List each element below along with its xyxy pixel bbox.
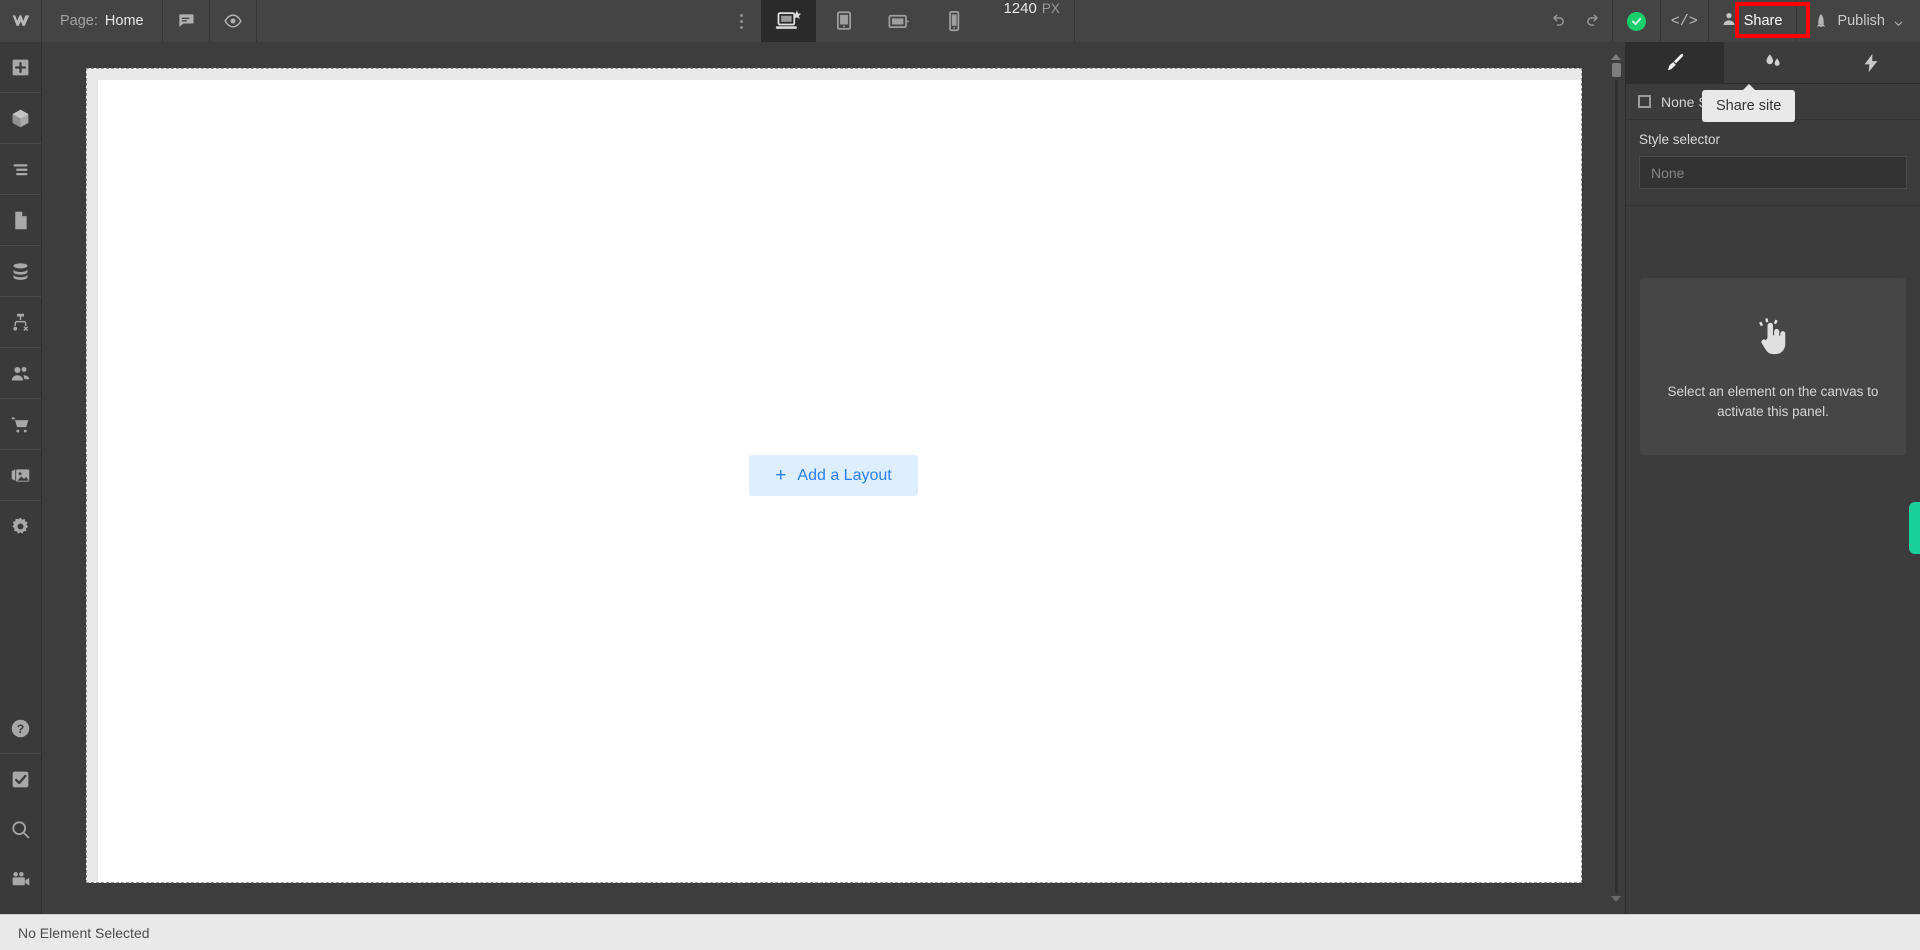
svg-text:?: ?: [17, 721, 24, 735]
page-canvas[interactable]: + Add a Layout: [85, 68, 1582, 883]
tab-effects[interactable]: [1822, 42, 1920, 83]
sidebar-item-components[interactable]: [0, 93, 41, 143]
sidebar-bottom-group: ?: [0, 703, 41, 914]
chevron-down-icon: [1893, 16, 1904, 27]
style-selector-value: None: [1651, 164, 1685, 181]
add-layout-button[interactable]: + Add a Layout: [749, 455, 918, 496]
style-selector-section: Style selector None: [1626, 120, 1920, 206]
viewport-width-value: 1240: [1003, 0, 1037, 17]
selection-label: None Selected: [1661, 93, 1753, 110]
sidebar-item-assets[interactable]: [0, 450, 41, 500]
feedback-tab[interactable]: [1909, 502, 1920, 554]
toolbar-left-spacer: [257, 0, 722, 42]
sidebar-item-cms[interactable]: [0, 246, 41, 296]
top-toolbar: Page: Home 1240 PX </> Share Publish: [0, 0, 1920, 42]
webflow-logo-icon[interactable]: [0, 0, 42, 42]
toolbar-right-group: </> Share Publish: [1540, 0, 1920, 42]
tab-interactions[interactable]: [1724, 42, 1822, 83]
status-text: No Element Selected: [18, 924, 150, 941]
sidebar-item-ecommerce[interactable]: [0, 399, 41, 449]
sidebar-item-search[interactable]: [0, 804, 41, 854]
plus-icon: +: [775, 465, 787, 486]
scroll-down-arrow-icon[interactable]: [1611, 896, 1621, 902]
more-options-icon[interactable]: [721, 0, 761, 42]
device-mobile[interactable]: [926, 0, 981, 42]
viewport-width-unit: PX: [1041, 1, 1060, 16]
sidebar-item-audit[interactable]: [0, 754, 41, 804]
green-check-saved-icon[interactable]: [1613, 0, 1661, 42]
toolbar-right-spacer: [1075, 0, 1540, 42]
style-selector-input[interactable]: None: [1639, 156, 1907, 189]
sidebar-top-group: [0, 42, 41, 551]
redo-arrow-icon[interactable]: [1576, 0, 1612, 42]
sidebar-item-logic[interactable]: [0, 297, 41, 347]
sidebar-item-users[interactable]: [0, 348, 41, 398]
share-label: Share: [1743, 13, 1783, 29]
panel-empty-state: Select an element on the canvas to activ…: [1626, 206, 1920, 914]
code-brackets-icon[interactable]: </>: [1661, 0, 1709, 42]
publish-button[interactable]: Publish: [1797, 0, 1920, 42]
canvas-scrollbar[interactable]: [1611, 54, 1621, 902]
page-label: Page:: [60, 13, 98, 29]
viewport-width-indicator[interactable]: 1240 PX: [981, 0, 1075, 42]
scrollbar-track[interactable]: [1614, 80, 1618, 893]
style-selector-caption: Style selector: [1639, 132, 1721, 147]
sidebar-item-navigator[interactable]: [0, 144, 41, 194]
selection-status: None Selected: [1626, 84, 1920, 120]
eye-preview-icon[interactable]: [210, 0, 257, 42]
right-panel-tabs: [1626, 42, 1920, 84]
undo-redo-group: [1540, 0, 1613, 42]
page-indicator[interactable]: Page: Home: [42, 0, 163, 42]
person-share-icon: [1721, 11, 1737, 32]
pointing-hand-click-icon: [1751, 316, 1795, 360]
comment-bubble-icon[interactable]: [163, 0, 210, 42]
empty-square-icon: [1638, 95, 1651, 108]
left-sidebar: ?: [0, 42, 42, 914]
page-name: Home: [104, 13, 144, 29]
device-desktop[interactable]: [761, 0, 817, 42]
rocket-icon: [1813, 13, 1829, 29]
empty-state-card: Select an element on the canvas to activ…: [1640, 278, 1906, 456]
device-tablet-landscape[interactable]: [871, 0, 926, 42]
device-tablet-portrait[interactable]: [816, 0, 871, 42]
sidebar-item-settings[interactable]: [0, 501, 41, 551]
canvas-area[interactable]: + Add a Layout: [42, 42, 1625, 914]
sidebar-item-help[interactable]: ?: [0, 703, 41, 753]
right-panel: None Selected Style selector None Select…: [1625, 42, 1920, 914]
publish-label: Publish: [1837, 13, 1885, 29]
add-layout-label: Add a Layout: [797, 466, 892, 484]
sidebar-item-video[interactable]: [0, 854, 41, 904]
scrollbar-thumb[interactable]: [1611, 63, 1621, 77]
undo-arrow-icon[interactable]: [1540, 0, 1576, 42]
status-bar: No Element Selected: [0, 914, 1920, 950]
scroll-up-arrow-icon[interactable]: [1611, 54, 1621, 60]
main-body: ? + Add a Layout None Selected Style sel…: [0, 42, 1920, 914]
tab-style[interactable]: [1626, 42, 1724, 83]
webflow-designer: Page: Home 1240 PX </> Share Publish ? +…: [0, 0, 1920, 950]
device-breakpoints: [761, 0, 981, 42]
share-button[interactable]: Share: [1709, 0, 1798, 42]
sidebar-item-pages[interactable]: [0, 195, 41, 245]
sidebar-item-add-elements[interactable]: [0, 42, 41, 92]
empty-state-message: Select an element on the canvas to activ…: [1667, 384, 1879, 419]
